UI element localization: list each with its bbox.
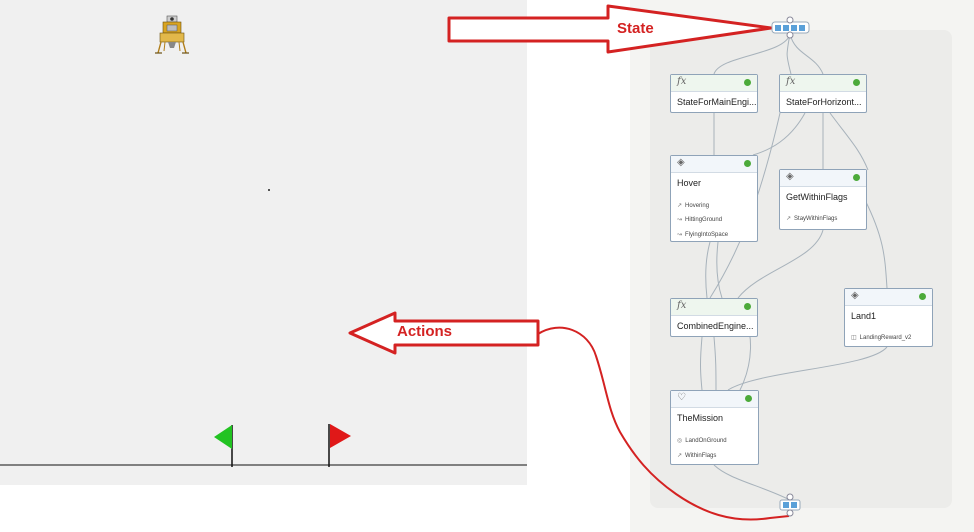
node-land1[interactable]: ◈ Land1 ◫ LandingReward_v2 bbox=[844, 288, 933, 347]
goal-icon: ↗ bbox=[677, 453, 683, 459]
concept-icon: ◈ bbox=[851, 290, 859, 301]
mission-icon: ♡ bbox=[677, 392, 686, 403]
status-dot-icon bbox=[744, 79, 751, 86]
fx-icon: fx bbox=[786, 76, 796, 87]
goal-item: ↗ Hovering bbox=[677, 203, 710, 209]
lunar-lander-icon bbox=[155, 15, 189, 54]
goal-item: ◫ LandingReward_v2 bbox=[851, 335, 912, 341]
particle-dot bbox=[268, 189, 270, 191]
actions-annotation-label: Actions bbox=[397, 323, 453, 340]
state-arrow bbox=[447, 4, 773, 54]
goal-icon: ↗ bbox=[677, 203, 683, 209]
goal-icon: ↗ bbox=[786, 216, 792, 222]
node-the-mission[interactable]: ♡ TheMission ◎ LandOnGround ↗ WithinFlags bbox=[670, 390, 759, 465]
status-dot-icon bbox=[853, 79, 860, 86]
concept-icon: ◈ bbox=[786, 171, 794, 182]
node-get-within-flags[interactable]: ◈ GetWithinFlags ↗ StayWithinFlags bbox=[779, 169, 867, 230]
goal-icon: ◫ bbox=[851, 335, 857, 341]
fx-icon: fx bbox=[677, 300, 687, 311]
goal-item: ◎ LandOnGround bbox=[677, 438, 727, 444]
goal-item: ↗ StayWithinFlags bbox=[786, 216, 838, 222]
flag-left-icon bbox=[214, 425, 233, 467]
node-title: GetWithinFlags bbox=[786, 192, 848, 202]
node-hover[interactable]: ◈ Hover ↗ Hovering ↝ HittingGround ↝ Flying… bbox=[670, 155, 758, 242]
concept-icon: ◈ bbox=[677, 157, 685, 168]
goal-item: ↝ FlyingIntoSpace bbox=[677, 232, 729, 238]
node-state-main-engine[interactable]: fx StateForMainEngi... bbox=[670, 74, 758, 113]
node-title: StateForHorizont... bbox=[786, 97, 862, 107]
node-title: CombinedEngine... bbox=[677, 321, 754, 331]
node-state-horizontal[interactable]: fx StateForHorizont... bbox=[779, 74, 867, 113]
status-dot-icon bbox=[744, 303, 751, 310]
status-dot-icon bbox=[919, 293, 926, 300]
goal-item: ↗ WithinFlags bbox=[677, 453, 717, 459]
node-title: TheMission bbox=[677, 413, 724, 423]
status-dot-icon bbox=[745, 395, 752, 402]
state-input-port[interactable] bbox=[771, 16, 810, 39]
fx-icon: fx bbox=[677, 76, 687, 87]
flag-right-icon bbox=[328, 424, 351, 467]
goal-item: ↝ HittingGround bbox=[677, 217, 723, 223]
goal-icon: ◎ bbox=[677, 438, 683, 444]
goal-icon: ↝ bbox=[677, 217, 683, 223]
node-combined-engine[interactable]: fx CombinedEngine... bbox=[670, 298, 758, 337]
node-title: StateForMainEngi... bbox=[677, 97, 757, 107]
state-annotation-label: State bbox=[617, 20, 654, 37]
goal-icon: ↝ bbox=[677, 232, 683, 238]
node-title: Hover bbox=[677, 178, 702, 188]
node-title: Land1 bbox=[851, 311, 877, 321]
action-output-port[interactable] bbox=[779, 493, 801, 517]
status-dot-icon bbox=[744, 160, 751, 167]
status-dot-icon bbox=[853, 174, 860, 181]
